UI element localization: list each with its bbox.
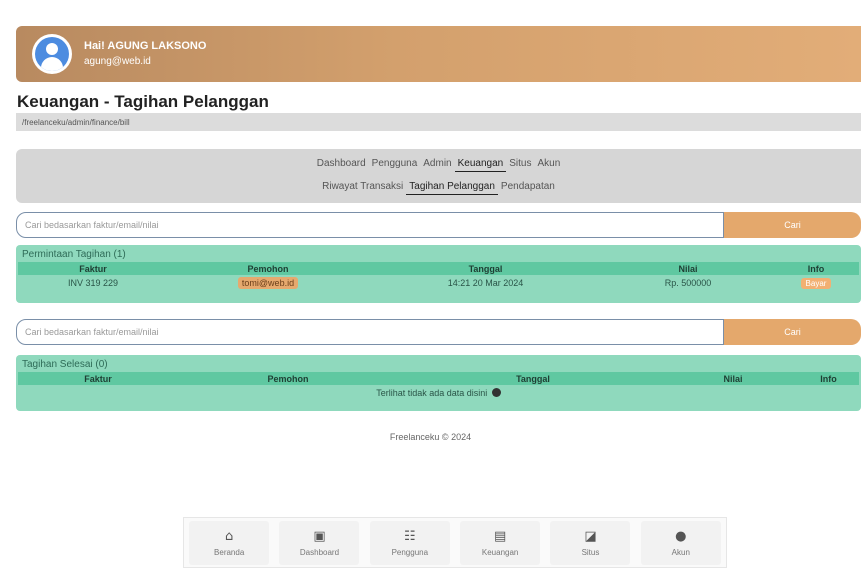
footer: Freelanceku © 2024 [389,432,472,442]
bottom-nav-pengguna[interactable]: ☷ Pengguna [369,520,450,565]
site-icon: ◪ [584,528,597,544]
subnav-riwayat-transaksi[interactable]: Riwayat Transaksi [319,181,406,195]
nav-keuangan[interactable]: Keuangan [454,158,507,172]
profile-header: Hai! AGUNG LAKSONO agung@web.id [16,26,861,82]
bottom-nav-label: Dashboard [299,547,340,557]
emoji-icon [491,388,501,397]
users-icon: ☷ [403,528,416,544]
col-tanggal: Tanggal [516,373,550,384]
subnav-pendapatan[interactable]: Pendapatan [498,181,558,195]
avatar[interactable] [32,34,72,74]
bottom-nav-label: Keuangan [481,547,519,557]
greeting-name: Hai! AGUNG LAKSONO [84,40,207,52]
user-email: agung@web.id [84,56,151,67]
cell-pemohon: tomi@web.id [168,277,368,289]
nav-dashboard[interactable]: Dashboard [314,158,369,172]
requester-email-link[interactable]: tomi@web.id [237,277,299,289]
pending-search-input[interactable] [16,212,724,238]
nav-pengguna[interactable]: Pengguna [369,158,421,172]
col-nilai: Nilai [723,373,743,384]
done-search-button[interactable]: Cari [724,319,861,345]
account-icon: ● [675,528,687,544]
cell-info: Bayar [773,278,859,289]
col-info: Info [807,263,825,274]
col-faktur: Faktur [79,263,107,274]
pending-bills-title: Permintaan Tagihan (1) [22,249,126,260]
table-row: INV 319 229 tomi@web.id 14:21 20 Mar 202… [18,275,859,291]
col-faktur: Faktur [84,373,112,384]
pay-button[interactable]: Bayar [800,278,832,289]
user-avatar-icon [35,37,69,71]
nav-situs[interactable]: Situs [506,158,534,172]
col-pemohon: Pemohon [247,263,289,274]
bottom-nav-label: Pengguna [391,547,429,557]
table-header: Faktur Pemohon Tanggal Nilai Info [18,372,859,385]
pending-search-button[interactable]: Cari [724,212,861,238]
table-header: Faktur Pemohon Tanggal Nilai Info [18,262,859,275]
col-nilai: Nilai [678,263,698,274]
cell-nilai: Rp. 500000 [664,278,712,288]
col-tanggal: Tanggal [468,263,503,274]
page-title: Keuangan - Tagihan Pelanggan [17,92,269,111]
bottom-nav-label: Beranda [214,547,245,557]
cell-faktur: INV 319 229 [67,278,119,288]
cell-tanggal: 14:21 20 Mar 2024 [447,278,524,288]
home-icon: ⌂ [225,528,234,544]
finance-icon: ▤ [493,528,507,544]
pending-bills-panel: Permintaan Tagihan (1) Faktur Pemohon Ta… [16,245,861,303]
done-search-input[interactable] [16,319,724,345]
col-info: Info [820,373,837,384]
bottom-nav-akun[interactable]: ● Akun [640,520,721,565]
dashboard-icon: ▣ [313,528,326,544]
empty-state-text: Terlihat tidak ada data disini [376,388,488,398]
completed-bills-title: Tagihan Selesai (0) [22,359,108,370]
primary-nav: Dashboard Pengguna Admin Keuangan Situs … [16,158,861,172]
col-pemohon: Pemohon [267,373,309,384]
bottom-nav-situs[interactable]: ◪ Situs [550,520,631,565]
bottom-nav-label: Akun [671,547,690,557]
nav-akun[interactable]: Akun [534,158,563,172]
secondary-nav: Riwayat Transaksi Tagihan Pelanggan Pend… [16,181,861,195]
bottom-nav-keuangan[interactable]: ▤ Keuangan [460,520,541,565]
section-nav: Dashboard Pengguna Admin Keuangan Situs … [16,149,861,203]
bottom-nav-beranda[interactable]: ⌂ Beranda [189,520,270,565]
done-search-bar: Cari [16,319,861,345]
breadcrumb: /freelanceku/admin/finance/bill [16,113,861,131]
bottom-nav-dashboard[interactable]: ▣ Dashboard [279,520,360,565]
nav-admin[interactable]: Admin [420,158,454,172]
pending-search-bar: Cari [16,212,861,238]
bottom-nav-label: Situs [581,547,600,557]
completed-bills-panel: Tagihan Selesai (0) Faktur Pemohon Tangg… [16,355,861,411]
empty-state: Terlihat tidak ada data disini [16,385,861,398]
greeting-block: Hai! AGUNG LAKSONO agung@web.id [84,39,206,69]
subnav-tagihan-pelanggan[interactable]: Tagihan Pelanggan [406,181,498,195]
bottom-nav: ⌂ Beranda ▣ Dashboard ☷ Pengguna ▤ Keuan… [183,517,727,568]
